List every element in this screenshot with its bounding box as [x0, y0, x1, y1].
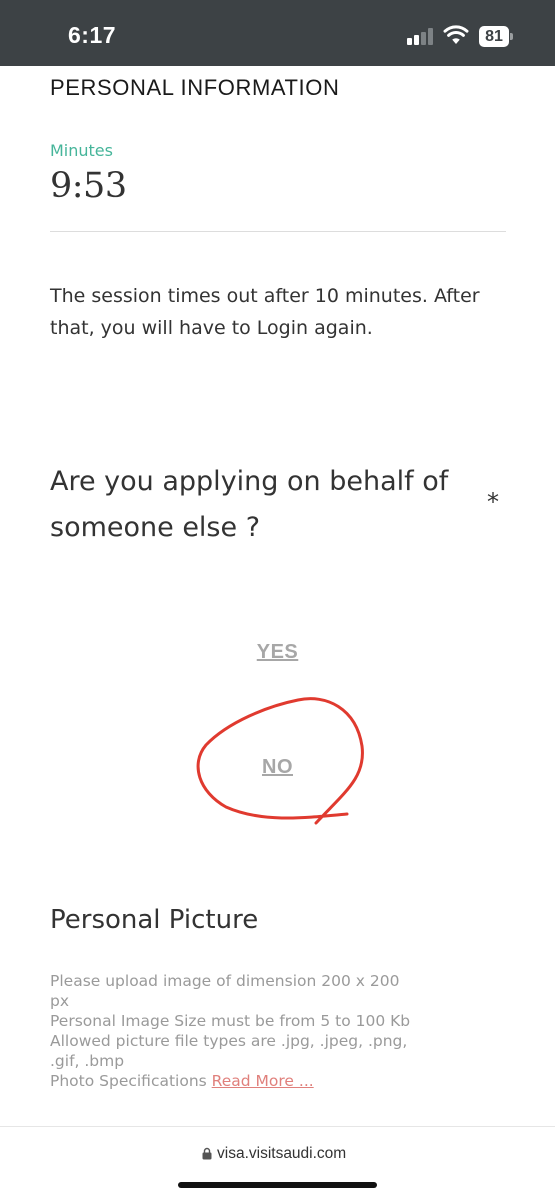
home-indicator	[178, 1182, 377, 1188]
spec-dimension: Please upload image of dimension 200 x 2…	[50, 972, 400, 1010]
personal-picture-heading: Personal Picture	[50, 905, 259, 935]
spec-size: Personal Image Size must be from 5 to 10…	[50, 1012, 411, 1030]
browser-url-bar[interactable]: visa.visitsaudi.com	[0, 1126, 555, 1200]
battery-icon: 81	[479, 26, 513, 47]
read-more-link[interactable]: Read More ...	[212, 1072, 314, 1090]
status-time: 6:17	[68, 22, 117, 48]
no-option[interactable]: NO	[0, 756, 555, 779]
lock-icon	[202, 1147, 212, 1160]
status-bar: 6:17 81	[0, 0, 555, 66]
spec-photo-line: Photo Specifications Read More ...	[50, 1071, 420, 1091]
session-timer: 9:53	[50, 166, 127, 206]
spec-file-types: Allowed picture file types are .jpg, .jp…	[50, 1032, 408, 1070]
required-marker: *	[487, 488, 499, 516]
session-timeout-notice: The session times out after 10 minutes. …	[50, 285, 480, 339]
picture-specifications: Please upload image of dimension 200 x 2…	[50, 971, 420, 1091]
section-heading: PERSONAL INFORMATION	[50, 75, 340, 100]
behalf-question: Are you applying on behalf of someone el…	[50, 466, 449, 543]
yes-option[interactable]: YES	[0, 641, 555, 664]
battery-level: 81	[485, 28, 503, 45]
url-text: visa.visitsaudi.com	[217, 1145, 347, 1162]
spec-photo-label: Photo Specifications	[50, 1072, 212, 1090]
wifi-icon	[443, 25, 469, 44]
signal-icon	[407, 27, 435, 45]
timer-label: Minutes	[50, 141, 113, 160]
divider	[50, 231, 506, 232]
